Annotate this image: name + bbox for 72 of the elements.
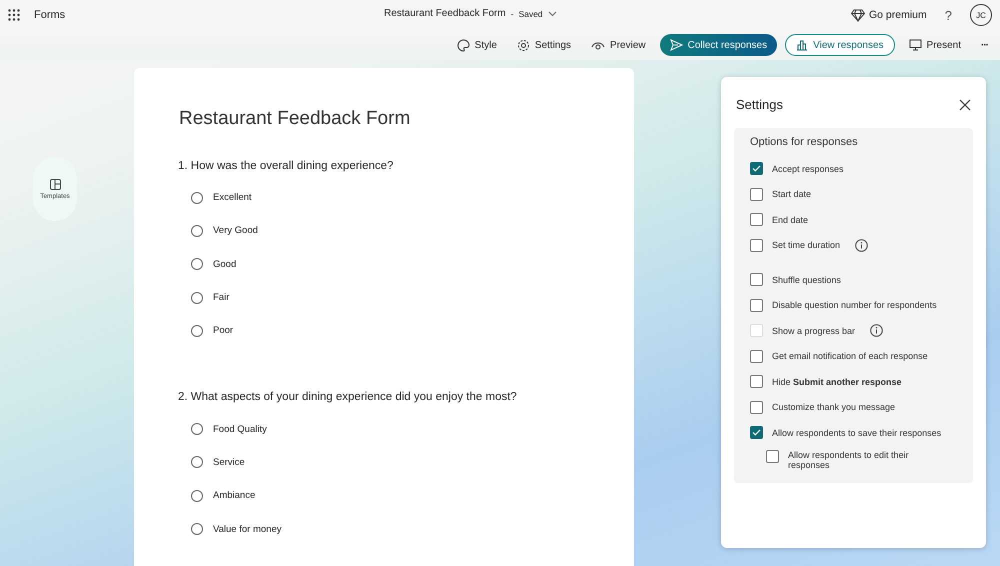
option-label: Very Good (213, 225, 258, 236)
toolbar-button[interactable]: Style (450, 34, 503, 56)
option-label: Show a progress bar (772, 326, 856, 336)
option-label: Food Quality (213, 424, 267, 435)
option-label: Allow respondents to save their responses (772, 428, 942, 438)
radio-button[interactable] (191, 292, 203, 304)
option-label: Accept responses (772, 164, 844, 174)
chevron-down-icon[interactable] (548, 10, 557, 16)
option-label: Get email notification of each response (772, 351, 928, 362)
document-title: Restaurant Feedback Form (384, 8, 506, 19)
save-status: Saved (518, 8, 543, 18)
toolbar-button[interactable]: Settings (510, 34, 578, 56)
palette-icon (456, 38, 470, 52)
section-heading: Options for responses (750, 136, 859, 148)
option-label: Value for money (213, 524, 282, 535)
checkbox[interactable] (750, 213, 763, 226)
separator: - (510, 8, 514, 18)
checkbox[interactable] (750, 426, 763, 440)
option-label: Allow respondents to edit their responses (788, 450, 910, 470)
diamond-icon (851, 8, 865, 22)
radio-button[interactable] (191, 523, 203, 536)
toolbar-button[interactable]: View responses (785, 34, 895, 56)
send-icon (670, 39, 683, 51)
option-label: Poor (213, 325, 234, 336)
toolbar-button[interactable]: Collect responses (660, 34, 778, 56)
option-label: Customize thank you message (772, 402, 896, 412)
checkbox[interactable] (750, 400, 763, 414)
toolbar-button[interactable]: Preview (585, 34, 652, 56)
radio-button[interactable] (191, 423, 203, 436)
user-avatar[interactable]: JC (970, 4, 992, 26)
radio-button[interactable] (191, 192, 203, 204)
checkbox[interactable] (750, 273, 763, 286)
checkbox[interactable] (750, 350, 763, 363)
radio-button[interactable] (191, 490, 203, 502)
go-premium-button[interactable]: Go premium (851, 8, 927, 22)
option-label: End date (772, 214, 808, 225)
option-label: Fair (213, 292, 230, 304)
option-label: Set time duration (772, 240, 840, 250)
checkbox[interactable] (766, 450, 779, 462)
option-label: Service (213, 456, 245, 468)
eye-icon (591, 40, 606, 50)
checkbox[interactable] (750, 298, 763, 312)
close-icon[interactable] (959, 98, 971, 110)
radio-button[interactable] (191, 324, 203, 337)
option-label: Disable question number for respondents (772, 300, 937, 310)
panel-title: Settings (736, 97, 783, 112)
template-icon (50, 178, 60, 190)
checkbox[interactable] (750, 375, 763, 388)
option-label: Excellent (213, 192, 252, 204)
option-label: Shuffle questions (772, 274, 841, 285)
toolbar-button[interactable]: Present (902, 34, 967, 56)
checkbox[interactable] (750, 162, 763, 176)
radio-button[interactable] (191, 258, 203, 270)
radio-button[interactable] (191, 456, 203, 468)
help-button[interactable]: ? (938, 8, 958, 22)
bar-chart-icon (796, 39, 808, 51)
radio-button[interactable] (191, 224, 203, 237)
checkbox[interactable] (750, 188, 763, 201)
more-button[interactable]: ··· (975, 34, 994, 56)
option-label: Hide Submit another response (772, 376, 902, 387)
option-label: Start date (772, 189, 812, 200)
settings-icon (516, 38, 530, 52)
monitor-icon (908, 39, 922, 51)
option-label: Ambiance (213, 490, 256, 502)
app-launcher-icon[interactable] (8, 9, 20, 21)
info-icon[interactable] (855, 238, 868, 252)
form-title: Restaurant Feedback Form (179, 108, 412, 130)
question-title: 2. What aspects of your dining experience did you enjoy the most? (178, 391, 518, 404)
checkbox[interactable] (750, 238, 763, 252)
option-label: Good (213, 258, 236, 270)
question-title: 1. How was the overall dining experience? (178, 160, 394, 172)
app-name: Forms (34, 9, 66, 21)
